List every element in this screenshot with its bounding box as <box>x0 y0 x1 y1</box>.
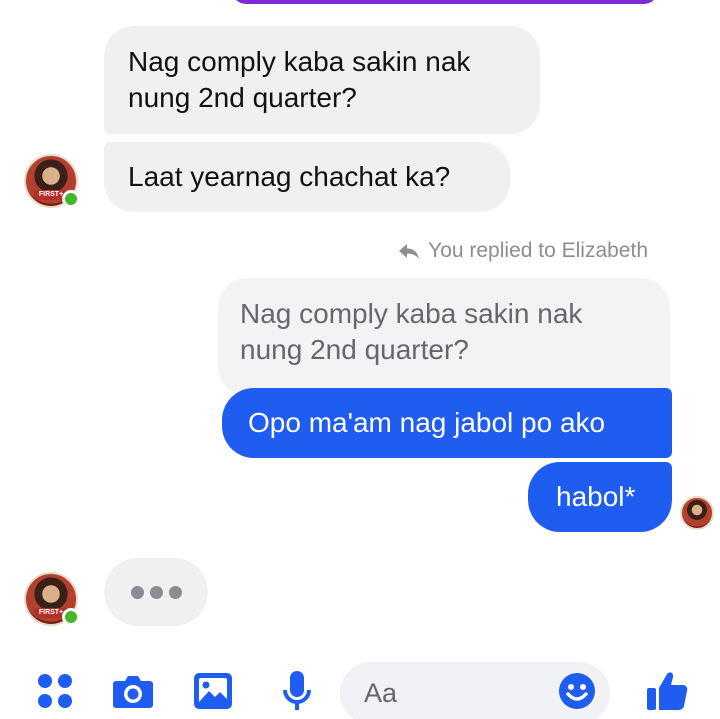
incoming-message-text: Nag comply kaba sakin nak nung 2nd quart… <box>128 46 471 113</box>
typing-dot <box>149 585 163 599</box>
reply-indicator: You replied to Elizabeth <box>398 236 648 266</box>
microphone-icon <box>283 671 311 710</box>
previous-message-bubble <box>232 0 658 4</box>
voice-button[interactable] <box>276 670 318 712</box>
typing-dot <box>168 585 182 599</box>
menu-dots-icon <box>38 674 72 708</box>
outgoing-message-bubble[interactable]: Opo ma'am nag jabol po ako <box>222 388 672 458</box>
thumbs-up-icon <box>647 672 688 710</box>
emoji-icon <box>559 673 595 709</box>
incoming-message-bubble[interactable]: Nag comply kaba sakin nak nung 2nd quart… <box>104 26 540 134</box>
typing-indicator <box>104 558 208 626</box>
sender-avatar[interactable]: FIRST+ <box>24 572 80 626</box>
emoji-button[interactable] <box>556 670 598 712</box>
online-status-dot <box>62 608 80 626</box>
message-composer: Aa <box>0 650 720 719</box>
incoming-message-text: Laat yearnag chachat ka? <box>128 161 451 192</box>
quoted-message-text: Nag comply kaba sakin nak nung 2nd quart… <box>240 298 583 365</box>
gallery-button[interactable] <box>192 670 234 712</box>
outgoing-message-text: habol* <box>556 481 636 512</box>
more-actions-button[interactable] <box>34 670 76 712</box>
outgoing-message-bubble[interactable]: habol* <box>528 462 672 532</box>
incoming-message-bubble[interactable]: Laat yearnag chachat ka? <box>104 142 510 212</box>
camera-icon <box>113 676 153 708</box>
quoted-message[interactable]: Nag comply kaba sakin nak nung 2nd quart… <box>218 278 670 396</box>
image-icon <box>194 673 232 709</box>
like-button[interactable] <box>646 670 688 712</box>
reply-indicator-text: You replied to Elizabeth <box>428 239 648 262</box>
seen-avatar <box>680 496 714 530</box>
typing-dot <box>130 585 144 599</box>
online-status-dot <box>62 190 80 208</box>
sender-avatar[interactable]: FIRST+ <box>24 154 80 208</box>
outgoing-message-text: Opo ma'am nag jabol po ako <box>248 407 606 438</box>
reply-arrow-icon <box>399 244 420 259</box>
camera-button[interactable] <box>112 670 154 712</box>
